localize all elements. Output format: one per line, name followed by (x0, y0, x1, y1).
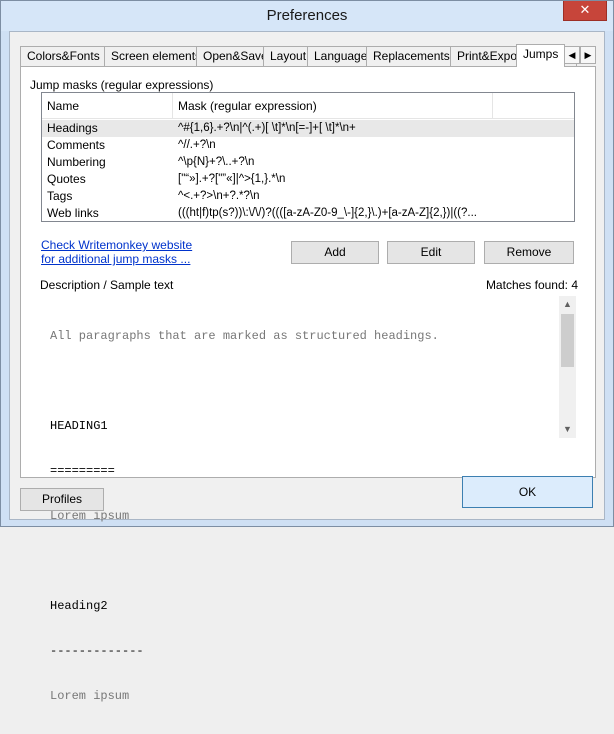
chevron-left-icon: ◀ (568, 50, 576, 60)
dialog-client: Colors&Fonts Screen elements Open&Save L… (9, 31, 605, 703)
sample-text-area[interactable]: All paragraphs that are marked as struct… (41, 295, 577, 703)
add-button[interactable]: Add (291, 241, 379, 264)
sample-line: Lorem ipsum (50, 509, 130, 523)
scroll-down-button[interactable]: ▼ (559, 421, 576, 438)
close-icon: ✕ (579, 2, 591, 17)
cell-mask: ^#{1,6}.+?\n|^(.+)[ \t]*\n[=-]+[ \t]*\n+ (178, 122, 356, 134)
tab-colors-fonts[interactable]: Colors&Fonts (20, 46, 107, 66)
tab-strip: Colors&Fonts Screen elements Open&Save L… (20, 44, 596, 67)
sample-line: All paragraphs that are marked as struct… (50, 329, 439, 343)
tab-language[interactable]: Language (307, 46, 375, 66)
preferences-window: Preferences ✕ Colors&Fonts Screen elemen… (0, 0, 614, 703)
table-row[interactable]: Tags ^<.+?>\n+?.*?\n (42, 188, 574, 205)
tab-scroll-left-button[interactable]: ◀ (564, 46, 580, 64)
sample-text: All paragraphs that are marked as struct… (50, 299, 558, 734)
jump-masks-grid[interactable]: Name Mask (regular expression) Headings … (41, 92, 575, 222)
cell-name: Web links (47, 206, 99, 220)
writemonkey-website-link[interactable]: Check Writemonkey website for additional… (41, 238, 209, 266)
description-label: Description / Sample text (40, 278, 174, 292)
sample-line (50, 374, 558, 389)
grid-header: Name Mask (regular expression) (42, 93, 574, 119)
chevron-right-icon: ▶ (584, 50, 592, 60)
cell-mask: ^\p{N}+?\..+?\n (178, 156, 255, 168)
profiles-button[interactable]: Profiles (20, 488, 104, 511)
tab-jumps[interactable]: Jumps (516, 44, 566, 67)
chevron-up-icon: ▲ (563, 299, 572, 309)
cell-mask: ^<.+?>\n+?.*?\n (178, 190, 260, 202)
vertical-scrollbar[interactable]: ▲ ▼ (559, 296, 576, 438)
tab-layout[interactable]: Layout (263, 46, 314, 66)
cell-mask: ["“»].+?["”«]|^>{1,}.*\n (178, 173, 286, 185)
sample-line: ------------- (50, 644, 144, 658)
cell-mask: (((ht|f)tp(s?))\:\/\/)?((([a-zA-Z0-9_\-]… (178, 207, 477, 219)
column-header-mask[interactable]: Mask (regular expression) (173, 93, 493, 119)
cell-name: Tags (47, 189, 73, 203)
sample-line: Lorem ipsum (50, 689, 130, 703)
column-header-name[interactable]: Name (42, 93, 173, 119)
matches-found: Matches found: 4 (485, 278, 578, 292)
remove-button[interactable]: Remove (484, 241, 574, 264)
cell-name: Headings (47, 121, 98, 135)
sample-line (50, 554, 558, 569)
table-row[interactable]: Numbering ^\p{N}+?\..+?\n (42, 154, 574, 171)
tab-scroll-right-button[interactable]: ▶ (580, 46, 596, 64)
cell-name: Numbering (47, 155, 106, 169)
jump-masks-label: Jump masks (regular expressions) (30, 78, 214, 92)
cell-name: Comments (47, 138, 106, 152)
table-row[interactable]: Comments ^//.+?\n (42, 137, 574, 154)
tab-screen-elements[interactable]: Screen elements (104, 46, 209, 66)
table-row[interactable]: Headings ^#{1,6}.+?\n|^(.+)[ \t]*\n[=-]+… (42, 120, 574, 137)
ok-button[interactable]: OK (462, 476, 593, 508)
edit-button[interactable]: Edit (387, 241, 475, 264)
window-title: Preferences (266, 7, 348, 24)
scroll-up-button[interactable]: ▲ (559, 296, 576, 313)
cell-name: Quotes (47, 172, 86, 186)
sample-line: Heading2 (50, 599, 108, 613)
sample-line: HEADING1 (50, 419, 108, 433)
table-row[interactable]: Quotes ["“»].+?["”«]|^>{1,}.*\n (42, 171, 574, 188)
tab-replacements[interactable]: Replacements (366, 46, 457, 66)
cell-mask: ^//.+?\n (178, 139, 216, 151)
table-row[interactable]: Web links (((ht|f)tp(s?))\:\/\/)?((([a-z… (42, 205, 574, 222)
title-bar[interactable]: Preferences ✕ (1, 1, 613, 31)
close-button[interactable]: ✕ (563, 1, 607, 21)
chevron-down-icon: ▼ (563, 424, 572, 434)
scrollbar-thumb[interactable] (561, 314, 574, 367)
